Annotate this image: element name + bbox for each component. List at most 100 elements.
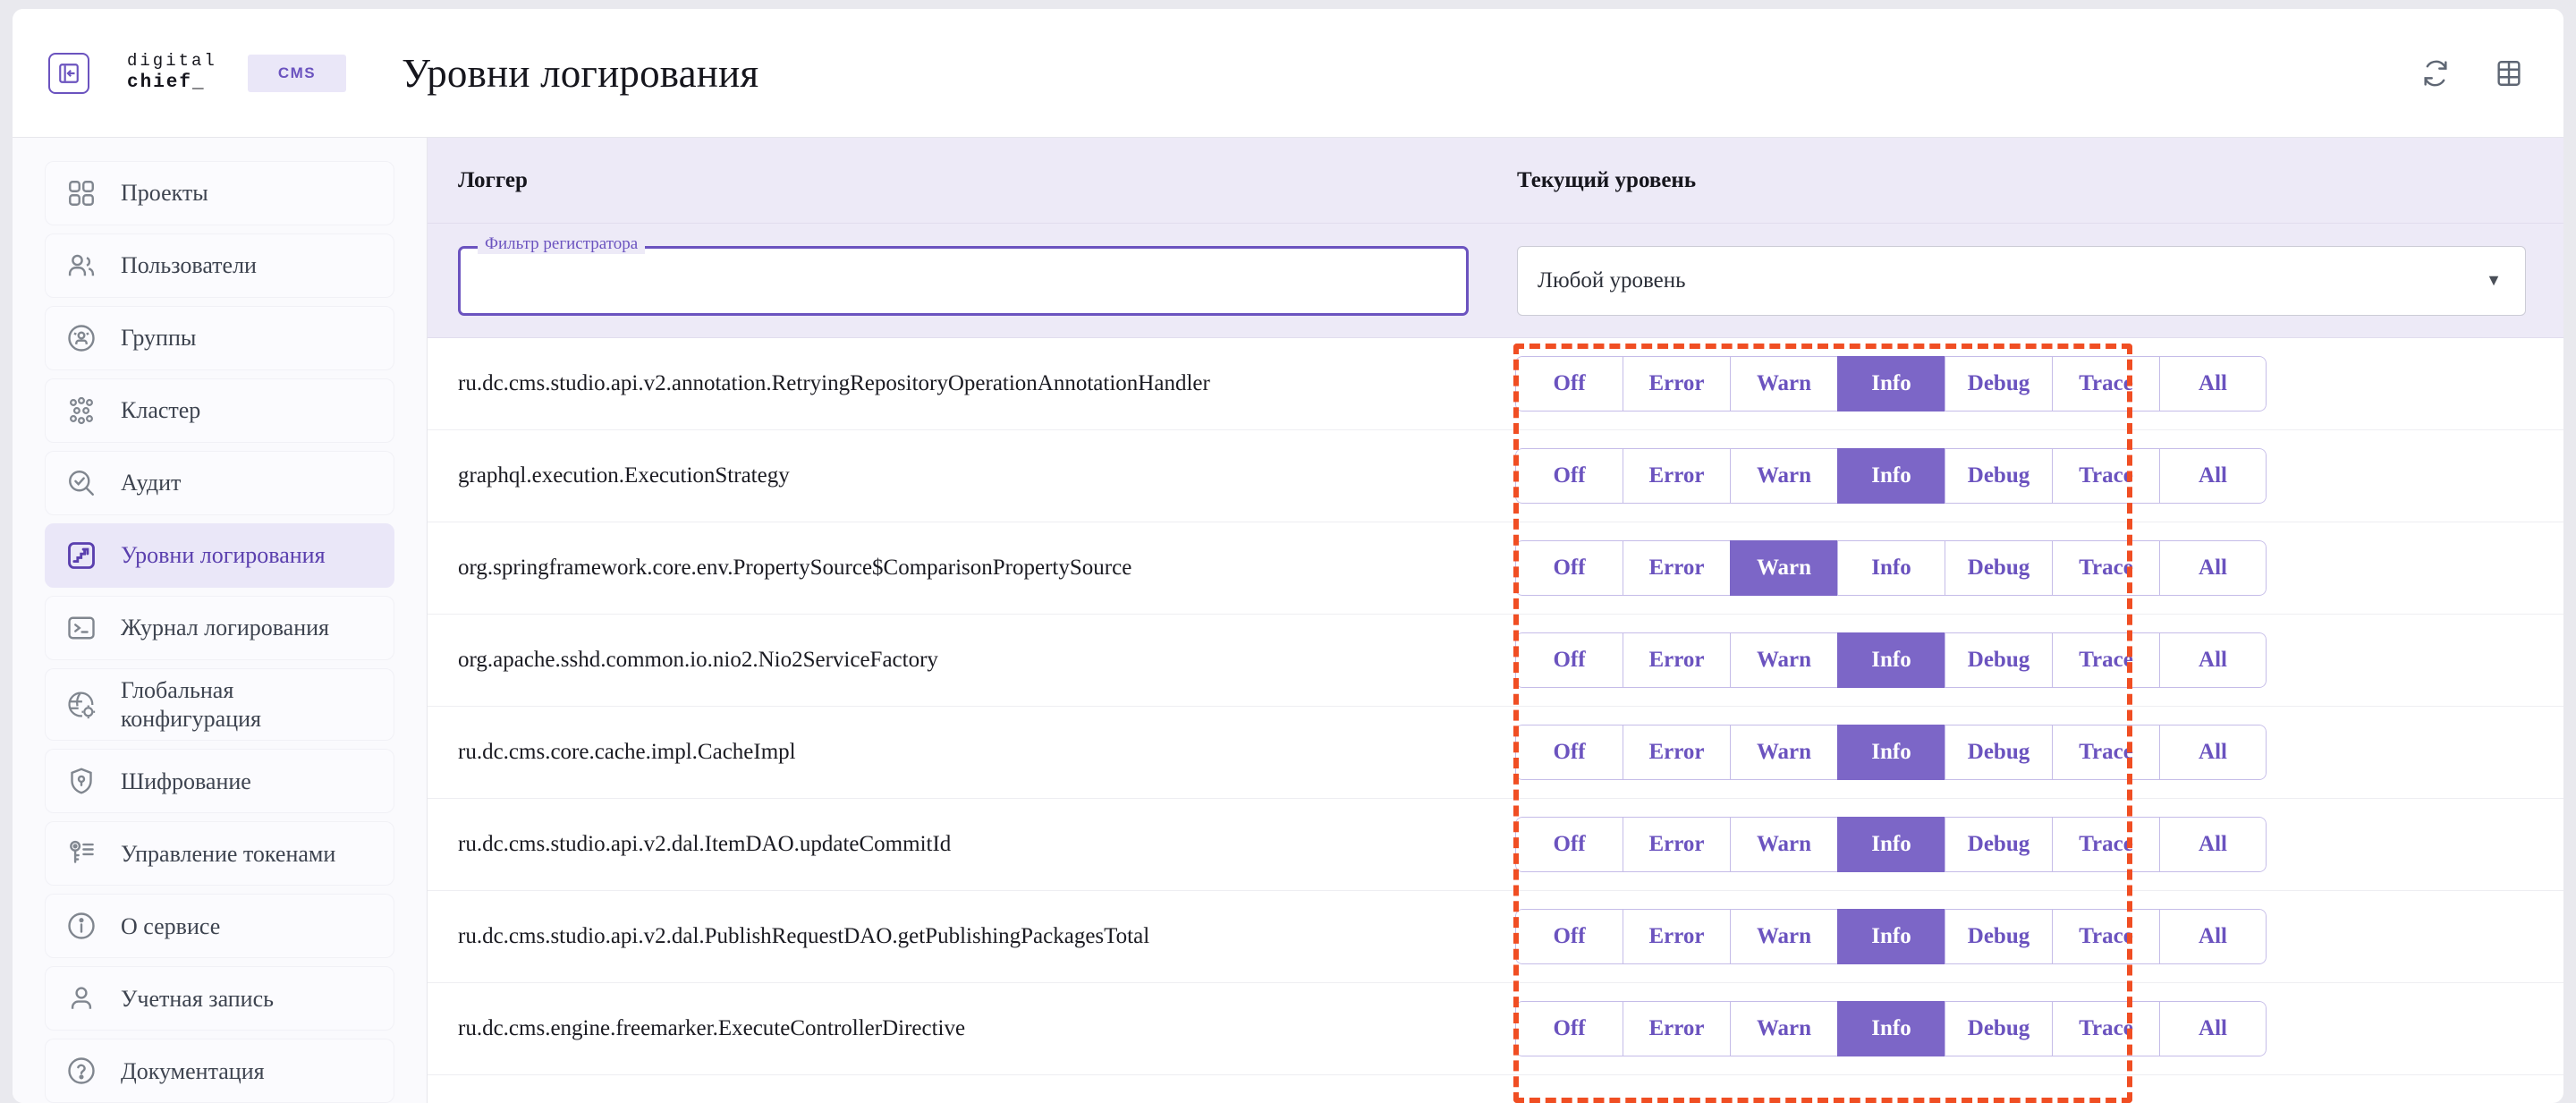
level-button-trace[interactable]: Trace [2052, 817, 2159, 872]
level-button-trace[interactable]: Trace [2052, 1001, 2159, 1056]
level-button-off[interactable]: Off [1515, 909, 1623, 964]
sidebar-item-globalnaya-konfiguraciya[interactable]: Глобальная конфигурация [45, 668, 394, 742]
sidebar-item-label: Документация [121, 1057, 265, 1084]
sidebar-item-audit[interactable]: Аудит [45, 451, 394, 515]
level-button-error[interactable]: Error [1623, 356, 1730, 412]
level-button-info[interactable]: Info [1837, 356, 1945, 412]
level-button-all[interactable]: All [2159, 448, 2267, 504]
sidebar-item-o-servise[interactable]: О сервисе [45, 894, 394, 959]
level-button-error[interactable]: Error [1623, 909, 1730, 964]
logger-name: ru.dc.cms.core.cache.impl.CacheImpl [458, 740, 796, 764]
level-button-info[interactable]: Info [1837, 909, 1945, 964]
level-cell: Off Error Warn Info Debug Trace All [1492, 448, 2563, 504]
level-button-warn[interactable]: Warn [1730, 356, 1837, 412]
level-button-off[interactable]: Off [1515, 448, 1623, 504]
level-button-error[interactable]: Error [1623, 817, 1730, 872]
brand-line-2: chief_ [127, 72, 206, 94]
sidebar-item-polzovateli[interactable]: Пользователи [45, 233, 394, 298]
level-button-warn[interactable]: Warn [1730, 540, 1837, 596]
brand-line-1: digital [127, 51, 217, 72]
level-button-info[interactable]: Info [1837, 448, 1945, 504]
sidebar-item-dokumentaciya[interactable]: Документация [45, 1039, 394, 1103]
person-icon [65, 982, 97, 1014]
level-button-error[interactable]: Error [1623, 540, 1730, 596]
logger-filter-cell: Фильтр регистратора [428, 233, 1492, 316]
level-button-warn[interactable]: Warn [1730, 448, 1837, 504]
level-button-warn[interactable]: Warn [1730, 725, 1837, 780]
table-view-button[interactable] [2494, 58, 2524, 89]
sidebar-item-klaster[interactable]: Кластер [45, 378, 394, 443]
level-button-error[interactable]: Error [1623, 448, 1730, 504]
level-button-error[interactable]: Error [1623, 725, 1730, 780]
chevron-down-icon: ▼ [2486, 271, 2502, 289]
sidebar-item-urovni-logirovaniya[interactable]: Уровни логирования [45, 523, 394, 588]
level-button-debug[interactable]: Debug [1945, 909, 2052, 964]
level-button-info[interactable]: Info [1837, 1001, 1945, 1056]
sidebar-item-proekty[interactable]: Проекты [45, 161, 394, 225]
level-button-info[interactable]: Info [1837, 817, 1945, 872]
level-button-all[interactable]: All [2159, 909, 2267, 964]
level-button-debug[interactable]: Debug [1945, 540, 2052, 596]
collapse-sidebar-button[interactable] [48, 52, 89, 94]
logger-name: ru.dc.cms.engine.freemarker.ExecuteContr… [458, 1016, 966, 1040]
level-button-off[interactable]: Off [1515, 356, 1623, 412]
refresh-button[interactable] [2420, 58, 2451, 89]
level-button-warn[interactable]: Warn [1730, 909, 1837, 964]
level-button-all[interactable]: All [2159, 632, 2267, 688]
sidebar-item-shifrovanie[interactable]: Шифрование [45, 749, 394, 814]
level-button-off[interactable]: Off [1515, 540, 1623, 596]
sidebar-item-gruppy[interactable]: Группы [45, 306, 394, 370]
level-button-warn[interactable]: Warn [1730, 817, 1837, 872]
level-button-error[interactable]: Error [1623, 1001, 1730, 1056]
logger-name: org.springframework.core.env.PropertySou… [458, 556, 1132, 580]
audit-search-icon [65, 467, 97, 499]
sidebar-item-label: Пользователи [121, 252, 257, 279]
refresh-icon [2424, 60, 2447, 86]
sidebar-item-uchetnaya-zapis[interactable]: Учетная запись [45, 966, 394, 1031]
level-button-all[interactable]: All [2159, 356, 2267, 412]
sidebar-item-upravlenie-tokenami[interactable]: Управление токенами [45, 821, 394, 887]
level-button-debug[interactable]: Debug [1945, 632, 2052, 688]
level-button-all[interactable]: All [2159, 540, 2267, 596]
level-button-trace[interactable]: Trace [2052, 540, 2159, 596]
level-button-group: Off Error Warn Info Debug Trace All [1515, 725, 2267, 780]
level-button-info[interactable]: Info [1837, 540, 1945, 596]
level-button-all[interactable]: All [2159, 725, 2267, 780]
level-button-group: Off Error Warn Info Debug Trace All [1515, 356, 2267, 412]
level-button-info[interactable]: Info [1837, 725, 1945, 780]
sidebar-item-label: Учетная запись [121, 985, 274, 1012]
level-button-error[interactable]: Error [1623, 632, 1730, 688]
logger-name: ru.dc.cms.studio.api.v2.annotation.Retry… [458, 371, 1210, 395]
level-button-trace[interactable]: Trace [2052, 725, 2159, 780]
table-row: ru.dc.cms.core.cache.impl.CacheImpl Off … [428, 707, 2563, 799]
level-button-debug[interactable]: Debug [1945, 356, 2052, 412]
level-button-all[interactable]: All [2159, 1001, 2267, 1056]
logger-filter-input[interactable] [458, 245, 1469, 316]
level-filter-cell: Любой уровень ▼ [1492, 245, 2563, 316]
level-button-debug[interactable]: Debug [1945, 817, 2052, 872]
level-button-trace[interactable]: Trace [2052, 356, 2159, 412]
level-button-warn[interactable]: Warn [1730, 632, 1837, 688]
sidebar: Проекты Пользователи Группы Кластер Ауди… [13, 138, 428, 1103]
level-button-group: Off Error Warn Info Debug Trace All [1515, 448, 2267, 504]
level-button-trace[interactable]: Trace [2052, 448, 2159, 504]
level-button-off[interactable]: Off [1515, 725, 1623, 780]
level-button-debug[interactable]: Debug [1945, 448, 2052, 504]
level-button-debug[interactable]: Debug [1945, 725, 2052, 780]
level-cell: Off Error Warn Info Debug Trace All [1492, 909, 2563, 964]
level-button-off[interactable]: Off [1515, 632, 1623, 688]
level-button-warn[interactable]: Warn [1730, 1001, 1837, 1056]
level-filter-select[interactable]: Любой уровень ▼ [1517, 245, 2526, 316]
level-button-info[interactable]: Info [1837, 632, 1945, 688]
sidebar-item-label: Уровни логирования [121, 542, 326, 569]
level-button-off[interactable]: Off [1515, 817, 1623, 872]
level-button-off[interactable]: Off [1515, 1001, 1623, 1056]
level-button-debug[interactable]: Debug [1945, 1001, 2052, 1056]
terminal-icon [65, 612, 97, 644]
level-button-all[interactable]: All [2159, 817, 2267, 872]
topbar-actions [2420, 58, 2524, 89]
key-list-icon [65, 837, 97, 870]
level-button-trace[interactable]: Trace [2052, 909, 2159, 964]
sidebar-item-zhurnal-logirovaniya[interactable]: Журнал логирования [45, 596, 394, 660]
level-button-trace[interactable]: Trace [2052, 632, 2159, 688]
